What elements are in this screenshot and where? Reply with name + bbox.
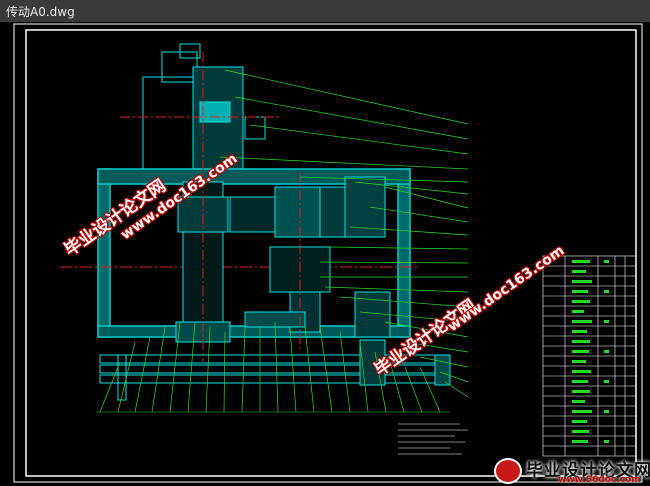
logo-badge-icon — [494, 458, 522, 484]
gear-set — [229, 176, 391, 338]
window-title: 传动A0.dwg — [6, 5, 75, 19]
logo-url: www.56doc.com — [558, 475, 641, 485]
technical-notes — [398, 423, 468, 455]
parts-list-entries — [572, 260, 609, 443]
parts-list-table — [542, 255, 637, 457]
cad-drawing-canvas[interactable]: 毕业设计论文网 www.doc163.com 毕业设计论文网 www.doc16… — [0, 22, 650, 486]
window-titlebar: 传动A0.dwg — [0, 0, 650, 23]
site-logo: 毕业设计论文网 www.56doc.com — [488, 456, 650, 486]
